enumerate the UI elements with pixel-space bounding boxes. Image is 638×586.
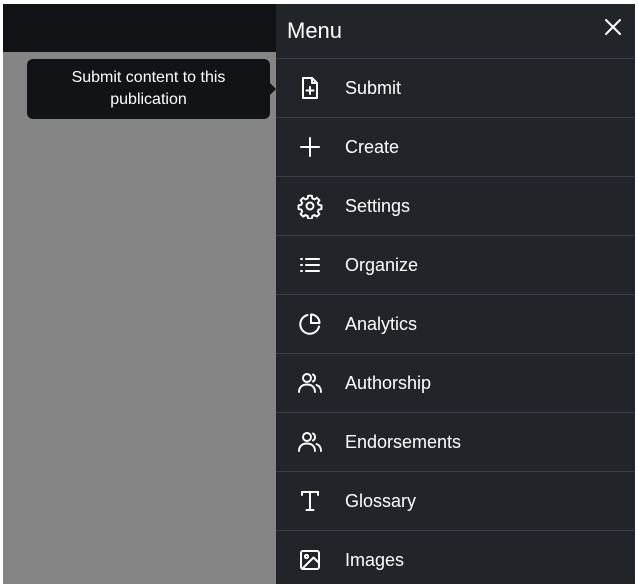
menu-label-analytics: Analytics xyxy=(345,314,418,334)
menu-item-submit[interactable]: Submit xyxy=(276,59,635,118)
menu-header: Menu xyxy=(276,4,635,59)
menu-item-organize[interactable]: Organize xyxy=(276,236,635,295)
menu-label-endorsements: Endorsements xyxy=(345,432,462,452)
page-overlay[interactable] xyxy=(3,52,276,584)
users-icon xyxy=(296,428,324,456)
tooltip-text: Submit content to this publication xyxy=(71,69,226,108)
menu-list: Submit Create Settings Organize Analytic… xyxy=(276,59,635,584)
menu-item-images[interactable]: Images xyxy=(276,531,635,584)
top-bar xyxy=(3,4,276,52)
menu-item-authorship[interactable]: Authorship xyxy=(276,354,635,413)
gear-icon xyxy=(296,192,324,220)
menu-label-settings: Settings xyxy=(345,196,411,216)
menu-label-organize: Organize xyxy=(345,255,419,275)
menu-panel: Menu Submit Create Settings Organize Ana… xyxy=(276,4,635,584)
menu-item-analytics[interactable]: Analytics xyxy=(276,295,635,354)
menu-item-create[interactable]: Create xyxy=(276,118,635,177)
close-button[interactable] xyxy=(599,13,627,41)
menu-label-authorship: Authorship xyxy=(345,373,432,393)
file-plus-icon xyxy=(296,74,324,102)
pie-chart-icon xyxy=(296,310,324,338)
submit-tooltip: Submit content to this publication xyxy=(27,59,276,119)
menu-item-settings[interactable]: Settings xyxy=(276,177,635,236)
list-icon xyxy=(296,251,324,279)
close-icon xyxy=(604,18,622,36)
users-icon xyxy=(296,369,324,397)
menu-item-glossary[interactable]: Glossary xyxy=(276,472,635,531)
plus-icon xyxy=(296,133,324,161)
menu-label-images: Images xyxy=(345,550,405,570)
image-icon xyxy=(296,546,324,574)
menu-label-create: Create xyxy=(345,137,400,157)
type-icon xyxy=(296,487,324,515)
menu-label-glossary: Glossary xyxy=(345,491,417,511)
menu-title: Menu xyxy=(287,18,343,43)
menu-item-endorsements[interactable]: Endorsements xyxy=(276,413,635,472)
app-frame: Submit content to this publication Menu xyxy=(3,4,635,584)
menu-label-submit: Submit xyxy=(345,78,402,98)
